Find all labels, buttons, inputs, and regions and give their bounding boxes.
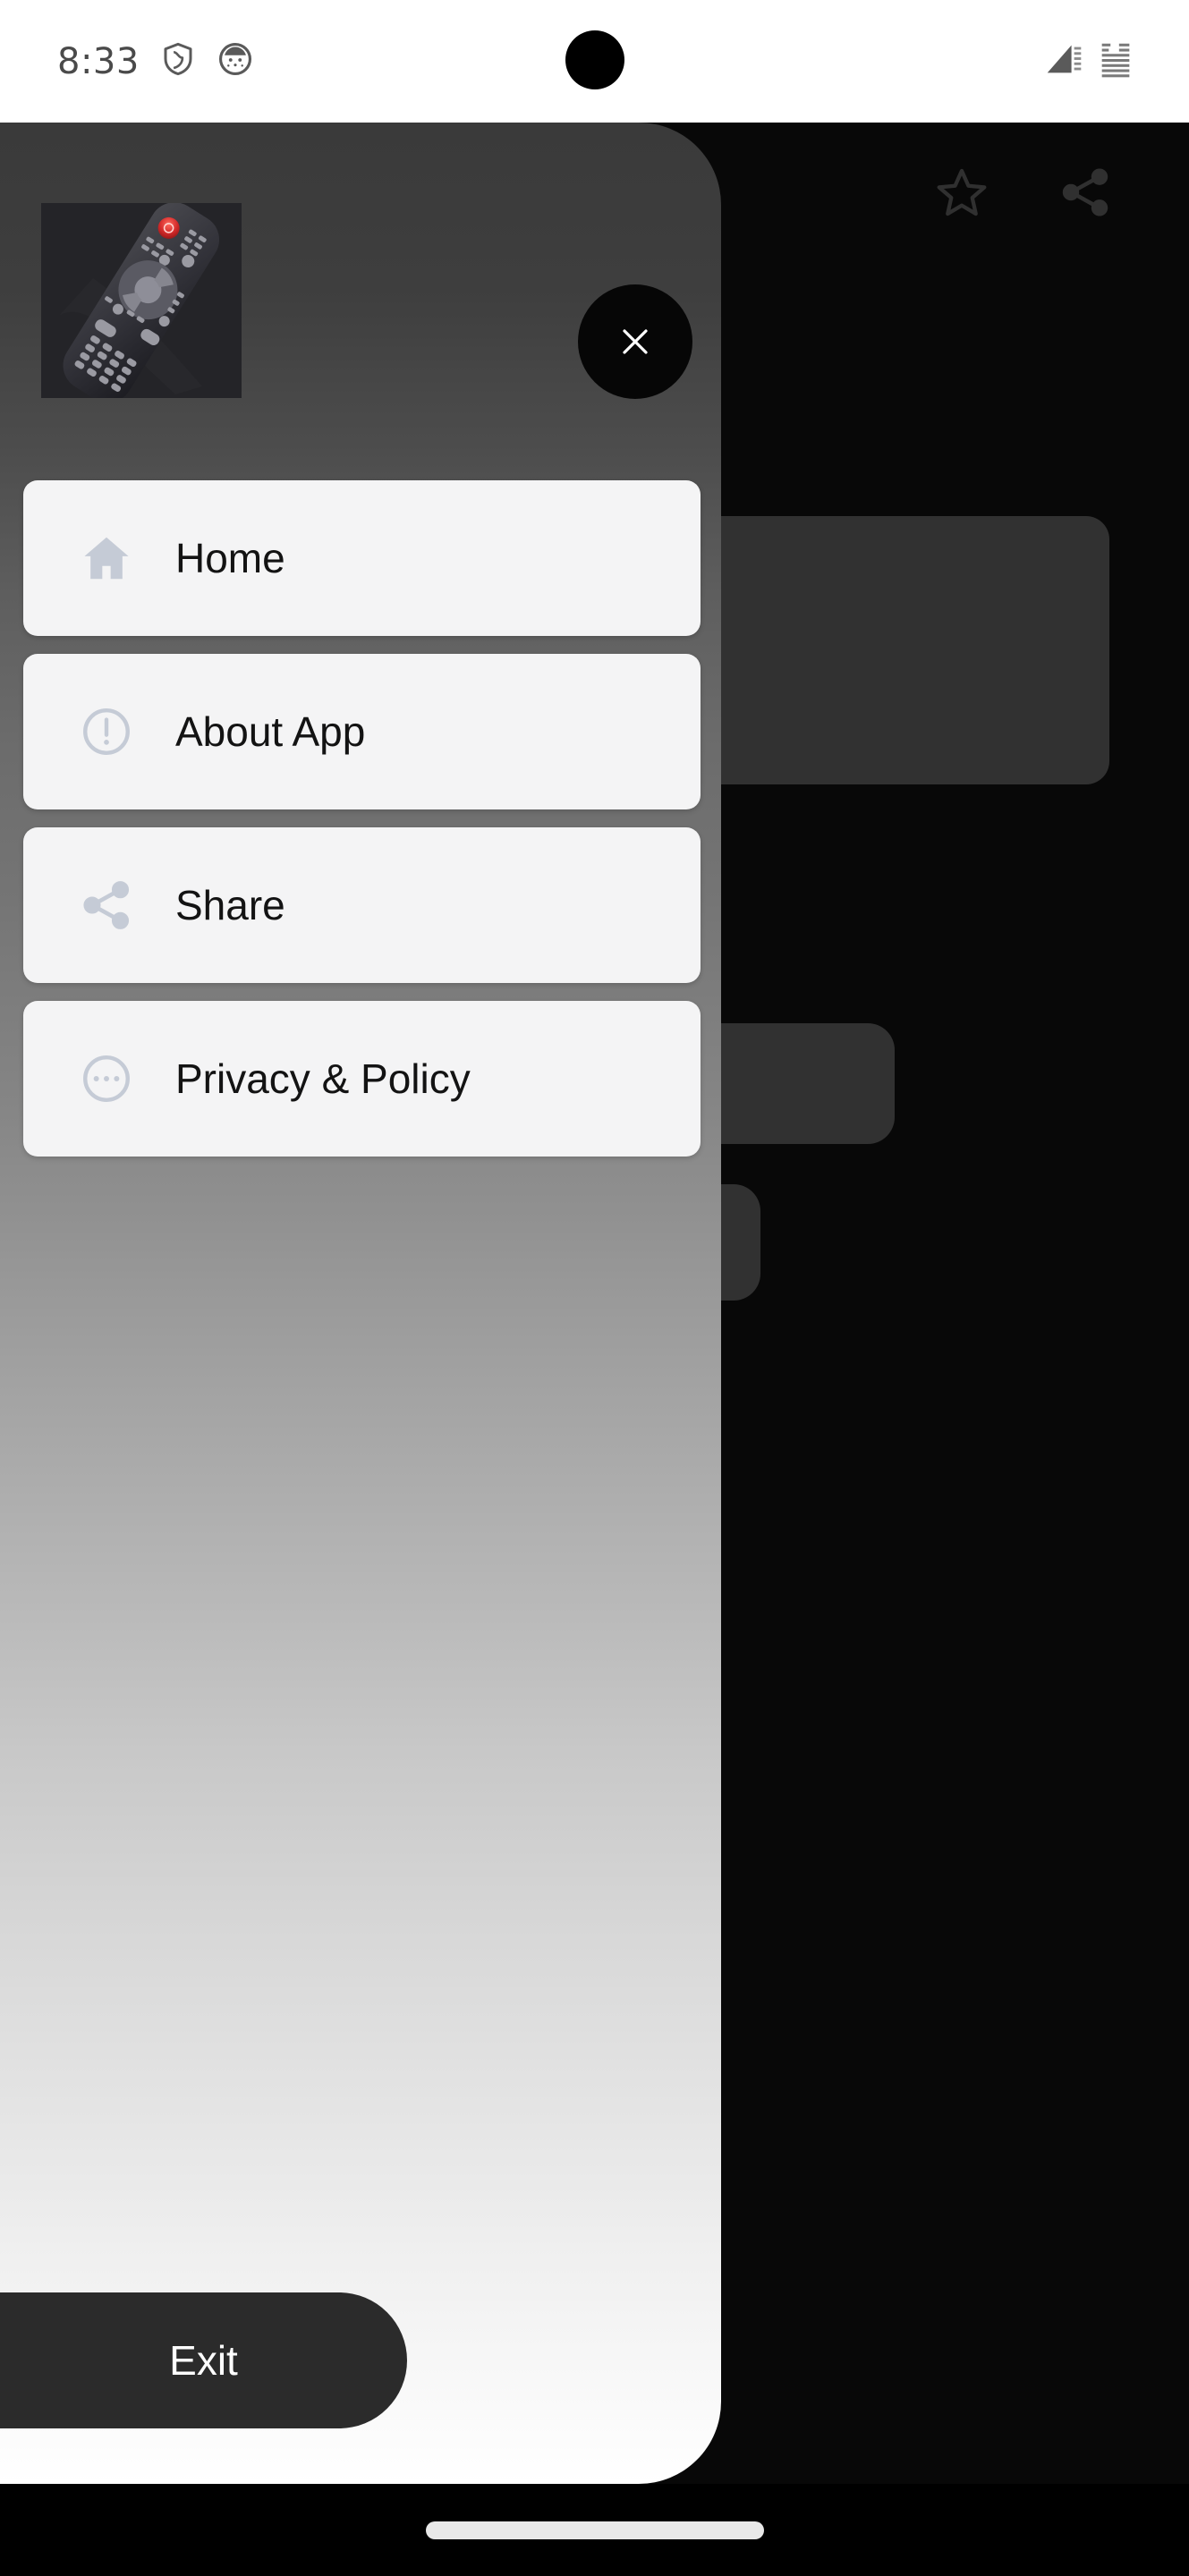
- ellipsis-circle-icon: [57, 1051, 156, 1106]
- gesture-home-bar[interactable]: [425, 2521, 764, 2539]
- info-circle-icon: [57, 704, 156, 759]
- status-bar-clock: 8:33: [57, 40, 140, 82]
- menu-item-home[interactable]: Home: [23, 480, 701, 636]
- exit-button[interactable]: Exit: [0, 2292, 407, 2428]
- exit-button-label: Exit: [169, 2337, 238, 2384]
- menu-item-home-label: Home: [175, 535, 285, 581]
- home-icon: [57, 530, 156, 586]
- status-bar: 8:33: [0, 0, 1189, 123]
- menu-item-privacy-policy-label: Privacy & Policy: [175, 1055, 471, 1102]
- signal-strength-icon: [1042, 38, 1083, 84]
- app-logo-remote-image: [41, 203, 242, 398]
- menu-item-share-label: Share: [175, 882, 285, 928]
- status-bar-right-group: [1042, 38, 1134, 84]
- app-circle-icon: [217, 40, 254, 82]
- close-drawer-button[interactable]: [578, 284, 692, 399]
- close-icon: [623, 329, 648, 354]
- share-icon: [57, 877, 156, 933]
- menu-item-share[interactable]: Share: [23, 827, 701, 983]
- gesture-nav-area: [0, 2484, 1189, 2576]
- menu-item-about-app-label: About App: [175, 708, 366, 755]
- status-bar-left-group: 8:33: [57, 40, 254, 82]
- menu-item-about-app[interactable]: About App: [23, 654, 701, 809]
- phone-screen: TE ARE APP Y: [0, 0, 1189, 2576]
- menu-item-privacy-policy[interactable]: Privacy & Policy: [23, 1001, 701, 1157]
- battery-icon: [1098, 38, 1134, 84]
- navigation-drawer: Home About App Share Privacy & Policy Ex…: [0, 123, 721, 2484]
- front-camera-punch-hole: [565, 30, 624, 89]
- shield-icon: [159, 40, 197, 82]
- drawer-menu-list: Home About App Share Privacy & Policy: [23, 480, 701, 1174]
